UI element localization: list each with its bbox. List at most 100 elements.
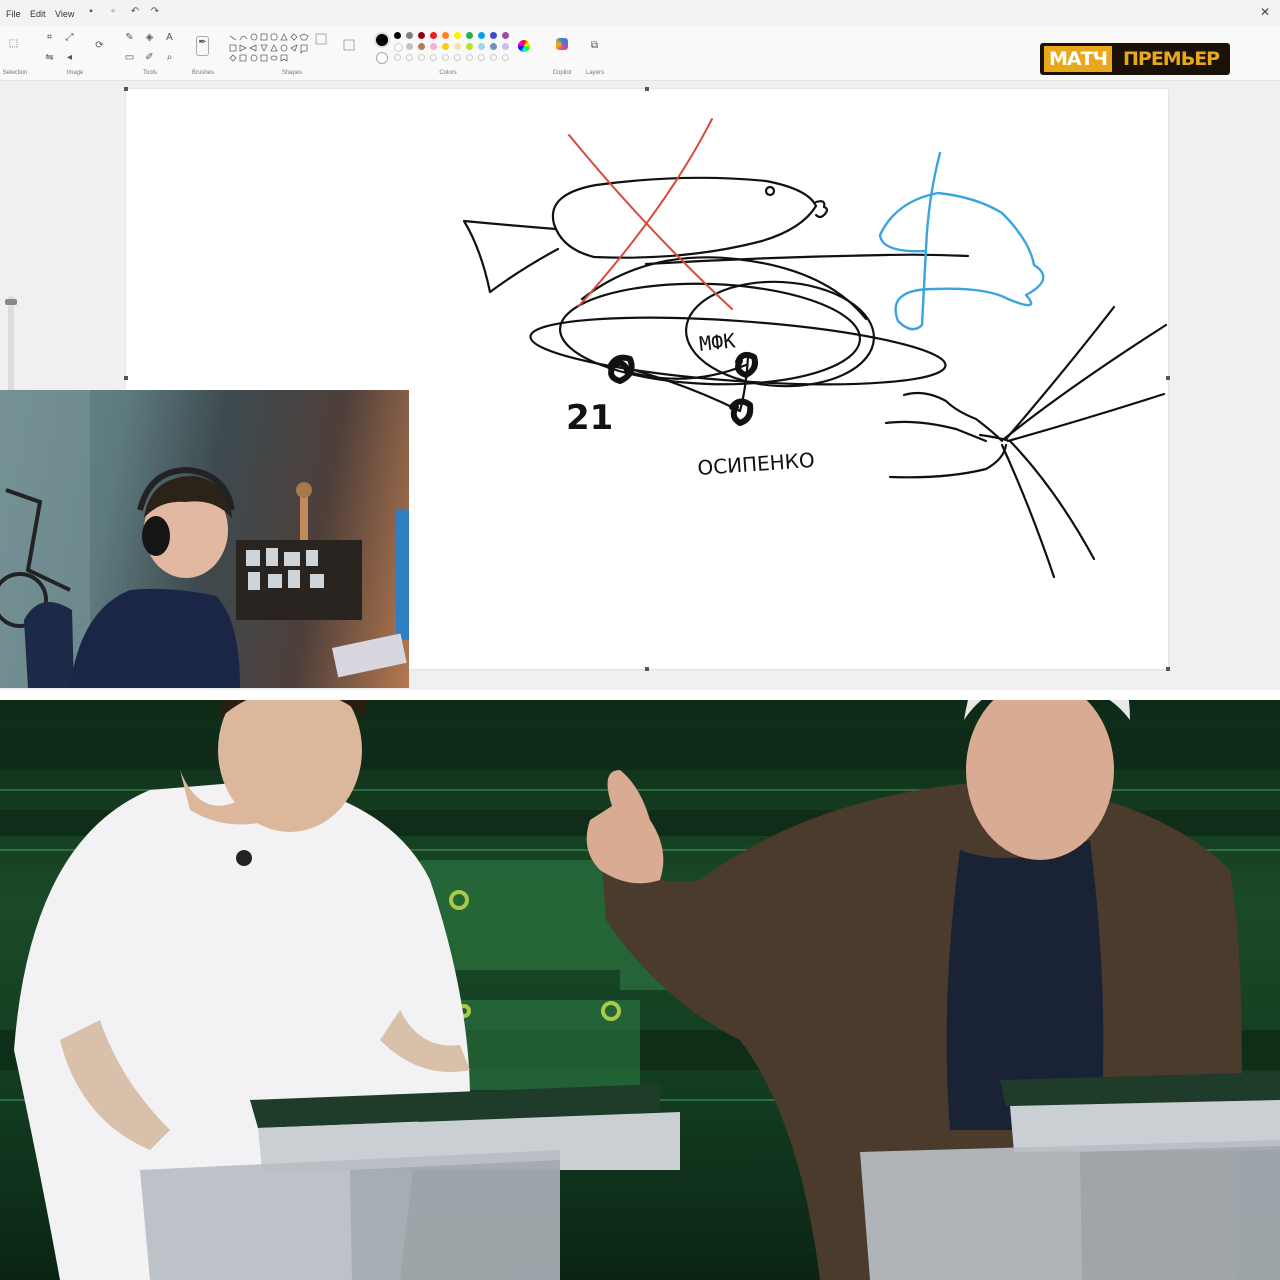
- fill-icon[interactable]: ◈: [144, 32, 155, 43]
- save-icon[interactable]: ▪: [86, 7, 96, 17]
- blue-figure-strokes: [878, 151, 1045, 331]
- crop-icon[interactable]: ⌗: [44, 32, 55, 43]
- undo-icon[interactable]: ↶: [130, 7, 140, 17]
- resize-icon[interactable]: ⤢: [64, 32, 75, 43]
- custom-color-slot[interactable]: [394, 54, 401, 61]
- color-swatch[interactable]: [502, 32, 509, 39]
- rotate-icon[interactable]: ⟳: [94, 40, 105, 51]
- custom-color-slot[interactable]: [430, 54, 437, 61]
- group-label-image: Image: [66, 70, 84, 76]
- color-swatch[interactable]: [430, 32, 437, 39]
- group-label-tools: Tools: [142, 70, 157, 76]
- menu-bar: File Edit View ▪ ▫ ↶ ↷ ✕: [0, 0, 1280, 26]
- custom-color-slot[interactable]: [466, 54, 473, 61]
- custom-color-slot[interactable]: [490, 54, 497, 61]
- studio-scene: [0, 700, 1280, 1280]
- shapes-gallery[interactable]: [224, 30, 360, 70]
- hook-mid-stroke: [884, 420, 988, 443]
- ray-5-stroke: [1008, 439, 1096, 561]
- color-picker-icon[interactable]: ✐: [144, 52, 155, 63]
- color-swatch[interactable]: [406, 32, 413, 39]
- logo-part-match: МАТЧ: [1044, 46, 1112, 72]
- skew-icon[interactable]: ◂: [64, 52, 75, 63]
- eraser-icon[interactable]: ▭: [124, 52, 135, 63]
- label-21: 21: [566, 398, 613, 438]
- group-colors: Colors: [368, 28, 530, 78]
- custom-color-slot[interactable]: [454, 54, 461, 61]
- color-swatch[interactable]: [406, 43, 413, 50]
- pencil-icon[interactable]: ✎: [124, 32, 135, 43]
- copilot-icon[interactable]: [556, 38, 568, 50]
- color-swatch[interactable]: [478, 43, 485, 50]
- group-layers: ⧉ Layers: [580, 28, 610, 78]
- group-label-colors: Colors: [439, 70, 457, 76]
- color-swatch[interactable]: [490, 43, 497, 50]
- lapel-mic-left: [236, 850, 252, 866]
- ellipse-outer-stroke: [529, 316, 947, 386]
- webcam-overlay: [0, 390, 409, 688]
- primary-color-swatch[interactable]: [374, 32, 390, 48]
- custom-color-slot[interactable]: [418, 54, 425, 61]
- color-swatch[interactable]: [490, 32, 497, 39]
- group-image: ⌗ ⤢ ⟳ ⇋ ◂ Image: [38, 28, 112, 78]
- color-swatch[interactable]: [466, 32, 473, 39]
- color-swatch[interactable]: [442, 43, 449, 50]
- fish-body-stroke: [551, 176, 818, 259]
- edit-colors-icon[interactable]: [518, 40, 530, 52]
- group-selection: ⬚ Selection: [0, 28, 30, 78]
- group-label-selection: Selection: [2, 70, 28, 76]
- text-icon[interactable]: A: [164, 32, 175, 43]
- fish-eye-stroke: [764, 185, 776, 197]
- dot-left-stroke: [607, 354, 635, 384]
- color-swatch[interactable]: [418, 43, 425, 50]
- group-brushes: ✒ Brushes: [188, 28, 218, 78]
- secondary-color-swatch[interactable]: [376, 52, 388, 64]
- color-swatch[interactable]: [430, 43, 437, 50]
- color-swatch[interactable]: [394, 43, 403, 52]
- headphones-cup: [142, 516, 170, 556]
- custom-color-slot[interactable]: [502, 54, 509, 61]
- color-swatch[interactable]: [466, 43, 473, 50]
- group-label-copilot: Copilot: [552, 70, 572, 76]
- color-swatch[interactable]: [478, 32, 485, 39]
- label-osipenko: ОСИПЕНКО: [697, 448, 816, 480]
- brush-icon[interactable]: ✒: [196, 36, 209, 56]
- menu-view[interactable]: View: [55, 9, 74, 19]
- monitor-edge: [396, 510, 409, 640]
- logo-part-premier: ПРЕМЬЕР: [1123, 48, 1220, 70]
- group-tools: ✎ ◈ A ▭ ✐ ⌕ Tools: [118, 28, 182, 78]
- red-x-stroke-1: [577, 118, 713, 308]
- close-icon[interactable]: ✕: [1260, 5, 1270, 19]
- hook-top-stroke: [902, 391, 1004, 443]
- flip-icon[interactable]: ⇋: [44, 52, 55, 63]
- menu-edit[interactable]: Edit: [30, 9, 46, 19]
- color-swatch[interactable]: [394, 32, 401, 39]
- layers-icon[interactable]: ⧉: [589, 40, 600, 51]
- ray-2-stroke: [1004, 305, 1116, 441]
- selection-icon[interactable]: ⬚: [8, 38, 19, 49]
- color-swatch[interactable]: [418, 32, 425, 39]
- print-icon[interactable]: ▫: [108, 7, 118, 17]
- color-swatch[interactable]: [502, 43, 509, 50]
- red-x-strokes: [568, 118, 733, 310]
- blue-figure-stroke: [878, 151, 1045, 331]
- group-copilot: Copilot: [546, 28, 578, 78]
- hook-bottom-stroke: [888, 443, 1008, 479]
- frame-divider: [0, 690, 1280, 700]
- custom-color-slot[interactable]: [406, 54, 413, 61]
- menu-file[interactable]: File: [6, 9, 21, 19]
- group-label-brushes: Brushes: [191, 70, 214, 76]
- color-swatch[interactable]: [454, 32, 461, 39]
- color-swatch[interactable]: [454, 43, 461, 50]
- redo-icon[interactable]: ↷: [150, 7, 160, 17]
- zoom-slider-handle[interactable]: [5, 299, 17, 305]
- group-label-shapes: Shapes: [281, 70, 303, 76]
- magnifier-icon[interactable]: ⌕: [164, 52, 175, 63]
- custom-color-slot[interactable]: [442, 54, 449, 61]
- webcam-scene: [0, 390, 409, 688]
- older-man-hand: [586, 770, 664, 884]
- zoom-slider-track[interactable]: [8, 296, 14, 396]
- color-swatch[interactable]: [442, 32, 449, 39]
- label-mfk: МФК: [698, 328, 736, 356]
- custom-color-slot[interactable]: [478, 54, 485, 61]
